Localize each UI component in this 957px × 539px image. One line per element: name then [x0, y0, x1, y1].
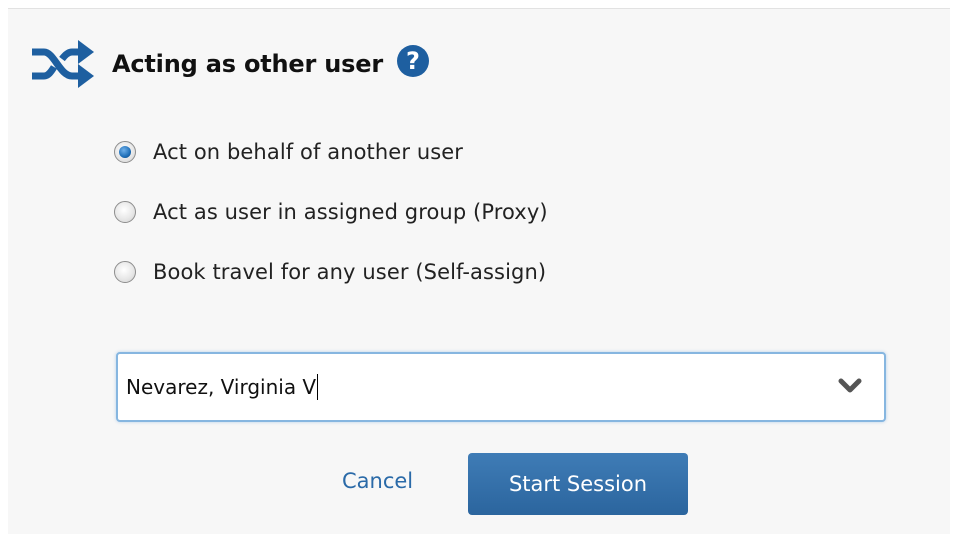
option-label: Act as user in assigned group (Proxy): [153, 200, 548, 224]
radio-act-on-behalf[interactable]: [114, 141, 136, 163]
panel-title: Acting as other user: [112, 50, 383, 78]
text-cursor: [317, 374, 319, 400]
start-session-button[interactable]: Start Session: [468, 453, 688, 515]
help-icon[interactable]: ?: [396, 45, 429, 77]
option-self-assign[interactable]: Book travel for any user (Self-assign): [114, 242, 548, 302]
radio-self-assign[interactable]: [114, 261, 136, 283]
option-label: Book travel for any user (Self-assign): [153, 260, 547, 284]
user-select-value: Nevarez, Virginia V: [126, 375, 317, 399]
cancel-link[interactable]: Cancel: [342, 469, 413, 493]
option-label: Act on behalf of another user: [153, 140, 464, 164]
option-act-on-behalf[interactable]: Act on behalf of another user: [114, 122, 548, 182]
chevron-down-icon[interactable]: [838, 378, 862, 394]
user-select-combobox[interactable]: Nevarez, Virginia V: [116, 352, 886, 422]
acting-mode-radio-group: Act on behalf of another user Act as use…: [114, 122, 548, 302]
option-proxy[interactable]: Act as user in assigned group (Proxy): [114, 182, 548, 242]
panel-header: Acting as other user ?: [28, 38, 429, 90]
shuffle-icon: [32, 40, 94, 88]
radio-proxy[interactable]: [114, 201, 136, 223]
dialog-actions: Cancel Start Session: [0, 453, 957, 515]
user-select-input[interactable]: Nevarez, Virginia V: [126, 374, 319, 400]
